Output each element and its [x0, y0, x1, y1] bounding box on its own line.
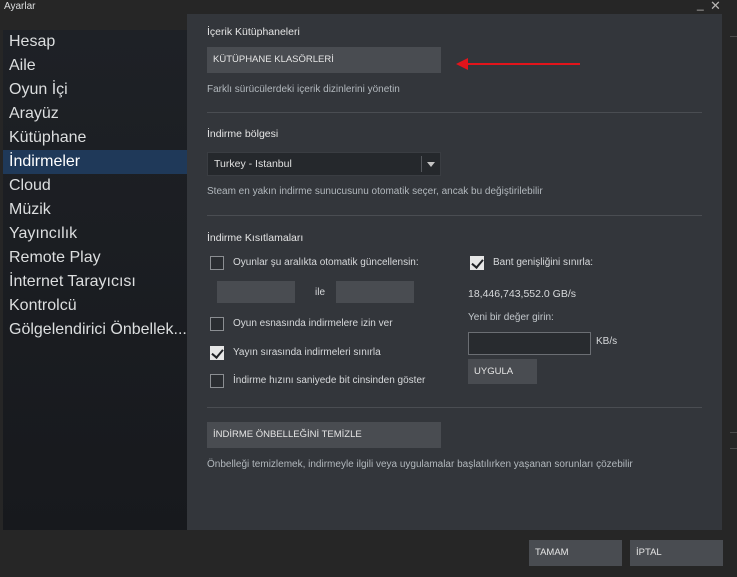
annotation-arrow-head	[456, 58, 468, 70]
sidebar-item-cloud[interactable]: Cloud	[3, 174, 187, 198]
sidebar-item-aile[interactable]: Aile	[3, 54, 187, 78]
window-edge	[722, 14, 737, 530]
title-bar: Ayarlar _ ✕	[0, 0, 737, 14]
sidebar-item-kontrolcu[interactable]: Kontrolcü	[3, 294, 187, 318]
window-title: Ayarlar	[4, 1, 36, 12]
sidebar-item-internet-tarayicisi[interactable]: İnternet Tarayıcısı	[3, 270, 187, 294]
auto-update-checkbox[interactable]	[210, 256, 224, 270]
throttle-streaming-checkbox[interactable]	[210, 346, 224, 360]
edge-line	[730, 36, 737, 37]
current-bandwidth-value: 18,446,743,552.0 GB/s	[468, 288, 576, 300]
download-region-dropdown[interactable]: Turkey - Istanbul	[207, 152, 441, 176]
downloads-settings-panel: İçerik Kütüphaneleri KÜTÜPHANE KLASÖRLER…	[187, 14, 722, 530]
auto-update-start-time[interactable]	[217, 281, 295, 303]
close-icon[interactable]: ✕	[710, 0, 721, 12]
sidebar-item-oyun-ici[interactable]: Oyun İçi	[3, 78, 187, 102]
restrictions-section-title: İndirme Kısıtlamaları	[207, 232, 304, 244]
section-divider	[207, 112, 702, 113]
section-divider	[207, 407, 702, 408]
allow-during-game-label: Oyun esnasında indirmelere izin ver	[233, 318, 393, 329]
minimize-icon[interactable]: _	[697, 0, 704, 10]
chevron-down-icon[interactable]	[427, 162, 435, 167]
clear-download-cache-button[interactable]: İNDİRME ÖNBELLEĞİNİ TEMİZLE	[207, 422, 441, 448]
library-description: Farklı sürücülerdeki içerik dizinlerini …	[207, 84, 400, 95]
auto-update-end-time[interactable]	[336, 281, 414, 303]
sidebar-item-hesap[interactable]: Hesap	[3, 30, 187, 54]
limit-bandwidth-checkbox[interactable]	[470, 256, 484, 270]
sidebar-item-golgelendirici-onbellek[interactable]: Gölgelendirici Önbellek...	[3, 318, 187, 342]
annotation-arrow	[458, 63, 580, 65]
region-section-title: İndirme bölgesi	[207, 128, 279, 140]
limit-bandwidth-label: Bant genişliğini sınırla:	[493, 257, 594, 268]
bandwidth-unit-label: KB/s	[596, 336, 618, 347]
new-value-label: Yeni bir değer girin:	[468, 312, 554, 323]
cancel-button[interactable]: İPTAL	[630, 540, 723, 566]
sidebar-item-indirmeler[interactable]: İndirmeler	[3, 150, 187, 174]
sidebar-item-kutuphane[interactable]: Kütüphane	[3, 126, 187, 150]
edge-line	[730, 432, 737, 433]
bandwidth-value-input[interactable]	[468, 332, 591, 355]
sidebar-item-remote-play[interactable]: Remote Play	[3, 246, 187, 270]
sidebar-item-yayincilik[interactable]: Yayıncılık	[3, 222, 187, 246]
library-section-title: İçerik Kütüphaneleri	[207, 26, 300, 38]
edge-line	[730, 448, 737, 449]
library-folders-button[interactable]: KÜTÜPHANE KLASÖRLERİ	[207, 47, 441, 73]
auto-update-label: Oyunlar şu aralıkta otomatik güncellensi…	[233, 257, 419, 268]
throttle-streaming-label: Yayın sırasında indirmeleri sınırla	[233, 347, 381, 358]
download-region-value: Turkey - Istanbul	[214, 158, 292, 170]
cache-description: Önbelleği temizlemek, indirmeyle ilgili …	[207, 459, 633, 470]
dropdown-separator	[421, 156, 422, 172]
sidebar-item-muzik[interactable]: Müzik	[3, 198, 187, 222]
time-range-separator: ile	[315, 287, 326, 298]
ok-button[interactable]: TAMAM	[529, 540, 622, 566]
settings-sidebar: Hesap Aile Oyun İçi Arayüz Kütüphane İnd…	[3, 30, 187, 530]
sidebar-item-arayuz[interactable]: Arayüz	[3, 102, 187, 126]
section-divider	[207, 215, 702, 216]
show-bits-label: İndirme hızını saniyede bit cinsinden gö…	[233, 375, 426, 386]
allow-during-game-checkbox[interactable]	[210, 317, 224, 331]
region-description: Steam en yakın indirme sunucusunu otomat…	[207, 186, 543, 197]
apply-bandwidth-button[interactable]: UYGULA	[468, 359, 537, 384]
show-bits-checkbox[interactable]	[210, 374, 224, 388]
dialog-footer: TAMAM İPTAL	[0, 530, 737, 577]
